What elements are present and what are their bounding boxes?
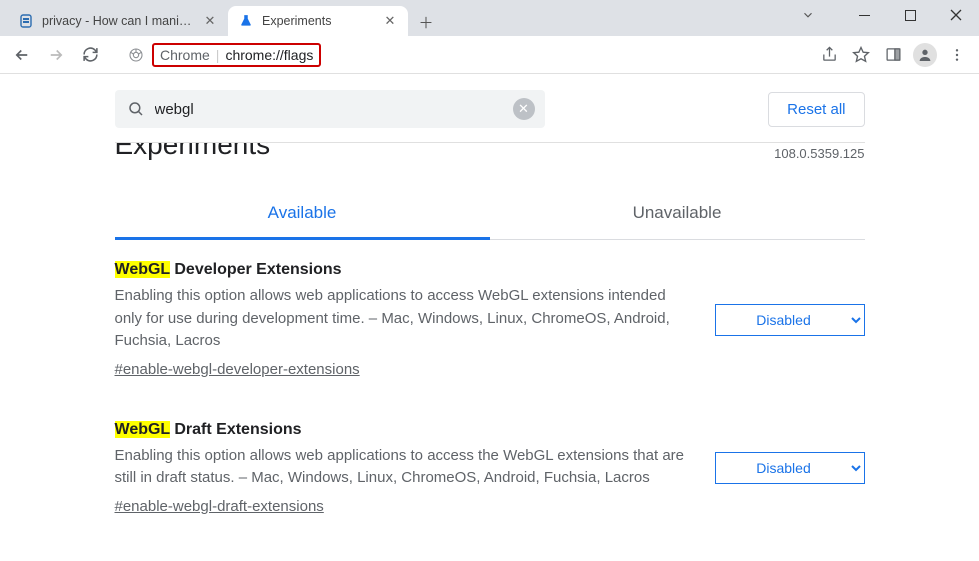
new-tab-button[interactable]: ＋ <box>412 8 440 36</box>
page-tabs: Available Unavailable <box>115 189 865 241</box>
address-highlight: Chrome | chrome://flags <box>152 43 321 67</box>
omnibox-label: Chrome <box>160 47 210 63</box>
menu-button[interactable] <box>943 41 971 69</box>
back-button[interactable] <box>8 41 36 69</box>
toolbar-right <box>815 41 971 69</box>
maximize-button[interactable] <box>887 0 933 30</box>
close-window-button[interactable] <box>933 0 979 30</box>
flag-title: WebGL Draft Extensions <box>115 421 695 439</box>
minimize-button[interactable] <box>841 0 887 30</box>
bookmark-button[interactable] <box>847 41 875 69</box>
reset-all-button[interactable]: Reset all <box>768 92 864 127</box>
flag-state-select[interactable]: Disabled <box>715 452 865 484</box>
flag-title: WebGL Developer Extensions <box>115 261 695 279</box>
flag-entry: WebGL Developer Extensions Enabling this… <box>115 241 865 401</box>
close-tab-icon[interactable]: ✕ <box>382 13 398 29</box>
flag-link[interactable]: #enable-webgl-draft-extensions <box>115 498 324 515</box>
tab-available[interactable]: Available <box>115 189 490 240</box>
tab-title: Experiments <box>262 14 376 28</box>
search-wrap: ✕ <box>115 90 545 128</box>
version-text: 108.0.5359.125 <box>774 146 864 161</box>
tab-unavailable[interactable]: Unavailable <box>490 189 865 240</box>
flag-entry: WebGL Draft Extensions Enabling this opt… <box>115 401 865 538</box>
profile-button[interactable] <box>911 41 939 69</box>
flag-description: Enabling this option allows web applicat… <box>115 445 695 490</box>
tab-title: privacy - How can I manipulate th <box>42 14 196 28</box>
close-tab-icon[interactable]: ✕ <box>202 13 218 29</box>
flag-link[interactable]: #enable-webgl-developer-extensions <box>115 361 360 378</box>
page-content[interactable]: ✕ Reset all Experiments 108.0.5359.125 A… <box>0 74 979 561</box>
flask-favicon-icon <box>238 13 254 29</box>
share-button[interactable] <box>815 41 843 69</box>
clear-search-button[interactable]: ✕ <box>513 98 535 120</box>
flag-description: Enabling this option allows web applicat… <box>115 285 695 353</box>
browser-tab-active[interactable]: Experiments ✕ <box>228 6 408 36</box>
search-bar-row: ✕ Reset all <box>115 74 865 143</box>
window-controls <box>785 0 979 30</box>
stackexchange-favicon-icon <box>18 13 34 29</box>
flag-state-select[interactable]: Disabled <box>715 304 865 336</box>
search-input[interactable] <box>115 90 545 128</box>
chrome-icon <box>128 47 144 63</box>
reload-button[interactable] <box>76 41 104 69</box>
caret-down-icon <box>785 0 831 30</box>
address-bar[interactable]: Chrome | chrome://flags <box>116 40 803 70</box>
side-panel-button[interactable] <box>879 41 907 69</box>
forward-button[interactable] <box>42 41 70 69</box>
browser-toolbar: Chrome | chrome://flags <box>0 36 979 74</box>
browser-tab-inactive[interactable]: privacy - How can I manipulate th ✕ <box>8 6 228 36</box>
avatar-icon <box>913 43 937 67</box>
omnibox-url: chrome://flags <box>225 47 313 63</box>
search-icon <box>127 100 145 118</box>
